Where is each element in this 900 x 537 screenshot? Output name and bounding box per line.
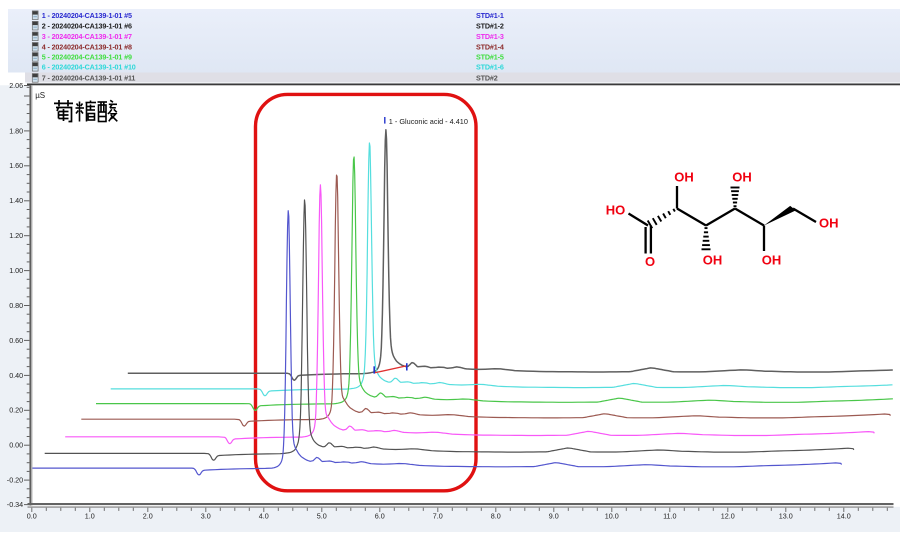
svg-text:STD#1-3: STD#1-3 xyxy=(476,32,504,41)
svg-text:0.0: 0.0 xyxy=(27,512,37,521)
svg-text:5 - 20240204-CA139-1-01 #9: 5 - 20240204-CA139-1-01 #9 xyxy=(42,53,132,62)
svg-text:5.0: 5.0 xyxy=(317,512,327,521)
svg-text:STD#1-4: STD#1-4 xyxy=(476,42,504,51)
svg-text:0.80: 0.80 xyxy=(9,301,23,310)
svg-text:HO: HO xyxy=(606,202,626,217)
svg-text:7 - 20240204-CA139-1-01 #11: 7 - 20240204-CA139-1-01 #11 xyxy=(42,74,136,83)
svg-text:-0.34: -0.34 xyxy=(7,500,23,509)
svg-text:2.06: 2.06 xyxy=(9,81,23,90)
svg-text:OH: OH xyxy=(703,253,723,268)
svg-text:O: O xyxy=(645,254,655,269)
svg-text:STD#1-1: STD#1-1 xyxy=(476,11,504,20)
svg-text:1.00: 1.00 xyxy=(9,266,23,275)
svg-text:7.0: 7.0 xyxy=(433,512,443,521)
svg-text:4.0: 4.0 xyxy=(259,512,269,521)
svg-text:STD#1-6: STD#1-6 xyxy=(476,62,504,71)
svg-text:13.0: 13.0 xyxy=(779,512,793,521)
svg-text:1.0: 1.0 xyxy=(85,512,95,521)
svg-text:OH: OH xyxy=(732,170,752,185)
svg-text:OH: OH xyxy=(819,215,839,230)
svg-text:14.0: 14.0 xyxy=(837,512,851,521)
svg-text:STD#1-5: STD#1-5 xyxy=(476,53,504,62)
svg-text:4 - 20240204-CA139-1-01 #8: 4 - 20240204-CA139-1-01 #8 xyxy=(42,42,132,51)
svg-text:STD#2: STD#2 xyxy=(476,74,498,83)
svg-text:3.0: 3.0 xyxy=(201,512,211,521)
svg-text:10.0: 10.0 xyxy=(605,512,619,521)
svg-text:1 - 20240204-CA139-1-01 #5: 1 - 20240204-CA139-1-01 #5 xyxy=(42,11,132,20)
svg-text:-0.20: -0.20 xyxy=(7,476,23,485)
svg-text:1 - Gluconic acid - 4.410: 1 - Gluconic acid - 4.410 xyxy=(389,117,468,126)
svg-text:OH: OH xyxy=(674,170,694,185)
svg-text:9.0: 9.0 xyxy=(549,512,559,521)
svg-text:1.60: 1.60 xyxy=(9,161,23,170)
svg-text:11.0: 11.0 xyxy=(663,512,676,521)
svg-text:6 - 20240204-CA139-1-01 #10: 6 - 20240204-CA139-1-01 #10 xyxy=(42,62,136,71)
svg-text:6.0: 6.0 xyxy=(375,512,385,521)
svg-text:0.60: 0.60 xyxy=(9,336,23,345)
svg-text:µS: µS xyxy=(35,91,45,100)
svg-text:8.0: 8.0 xyxy=(491,512,501,521)
svg-text:STD#1-2: STD#1-2 xyxy=(476,21,504,30)
svg-text:0.20: 0.20 xyxy=(9,406,23,415)
svg-text:1.40: 1.40 xyxy=(9,196,23,205)
svg-text:12.0: 12.0 xyxy=(721,512,735,521)
svg-text:0.40: 0.40 xyxy=(9,371,23,380)
svg-text:OH: OH xyxy=(762,253,782,268)
svg-text:1.20: 1.20 xyxy=(9,231,23,240)
svg-text:2 - 20240204-CA139-1-01 #6: 2 - 20240204-CA139-1-01 #6 xyxy=(42,21,132,30)
svg-text:0.00: 0.00 xyxy=(9,441,23,450)
svg-text:3 - 20240204-CA139-1-01 #7: 3 - 20240204-CA139-1-01 #7 xyxy=(42,32,132,41)
svg-text:2.0: 2.0 xyxy=(143,512,153,521)
svg-text:1.80: 1.80 xyxy=(9,126,23,135)
